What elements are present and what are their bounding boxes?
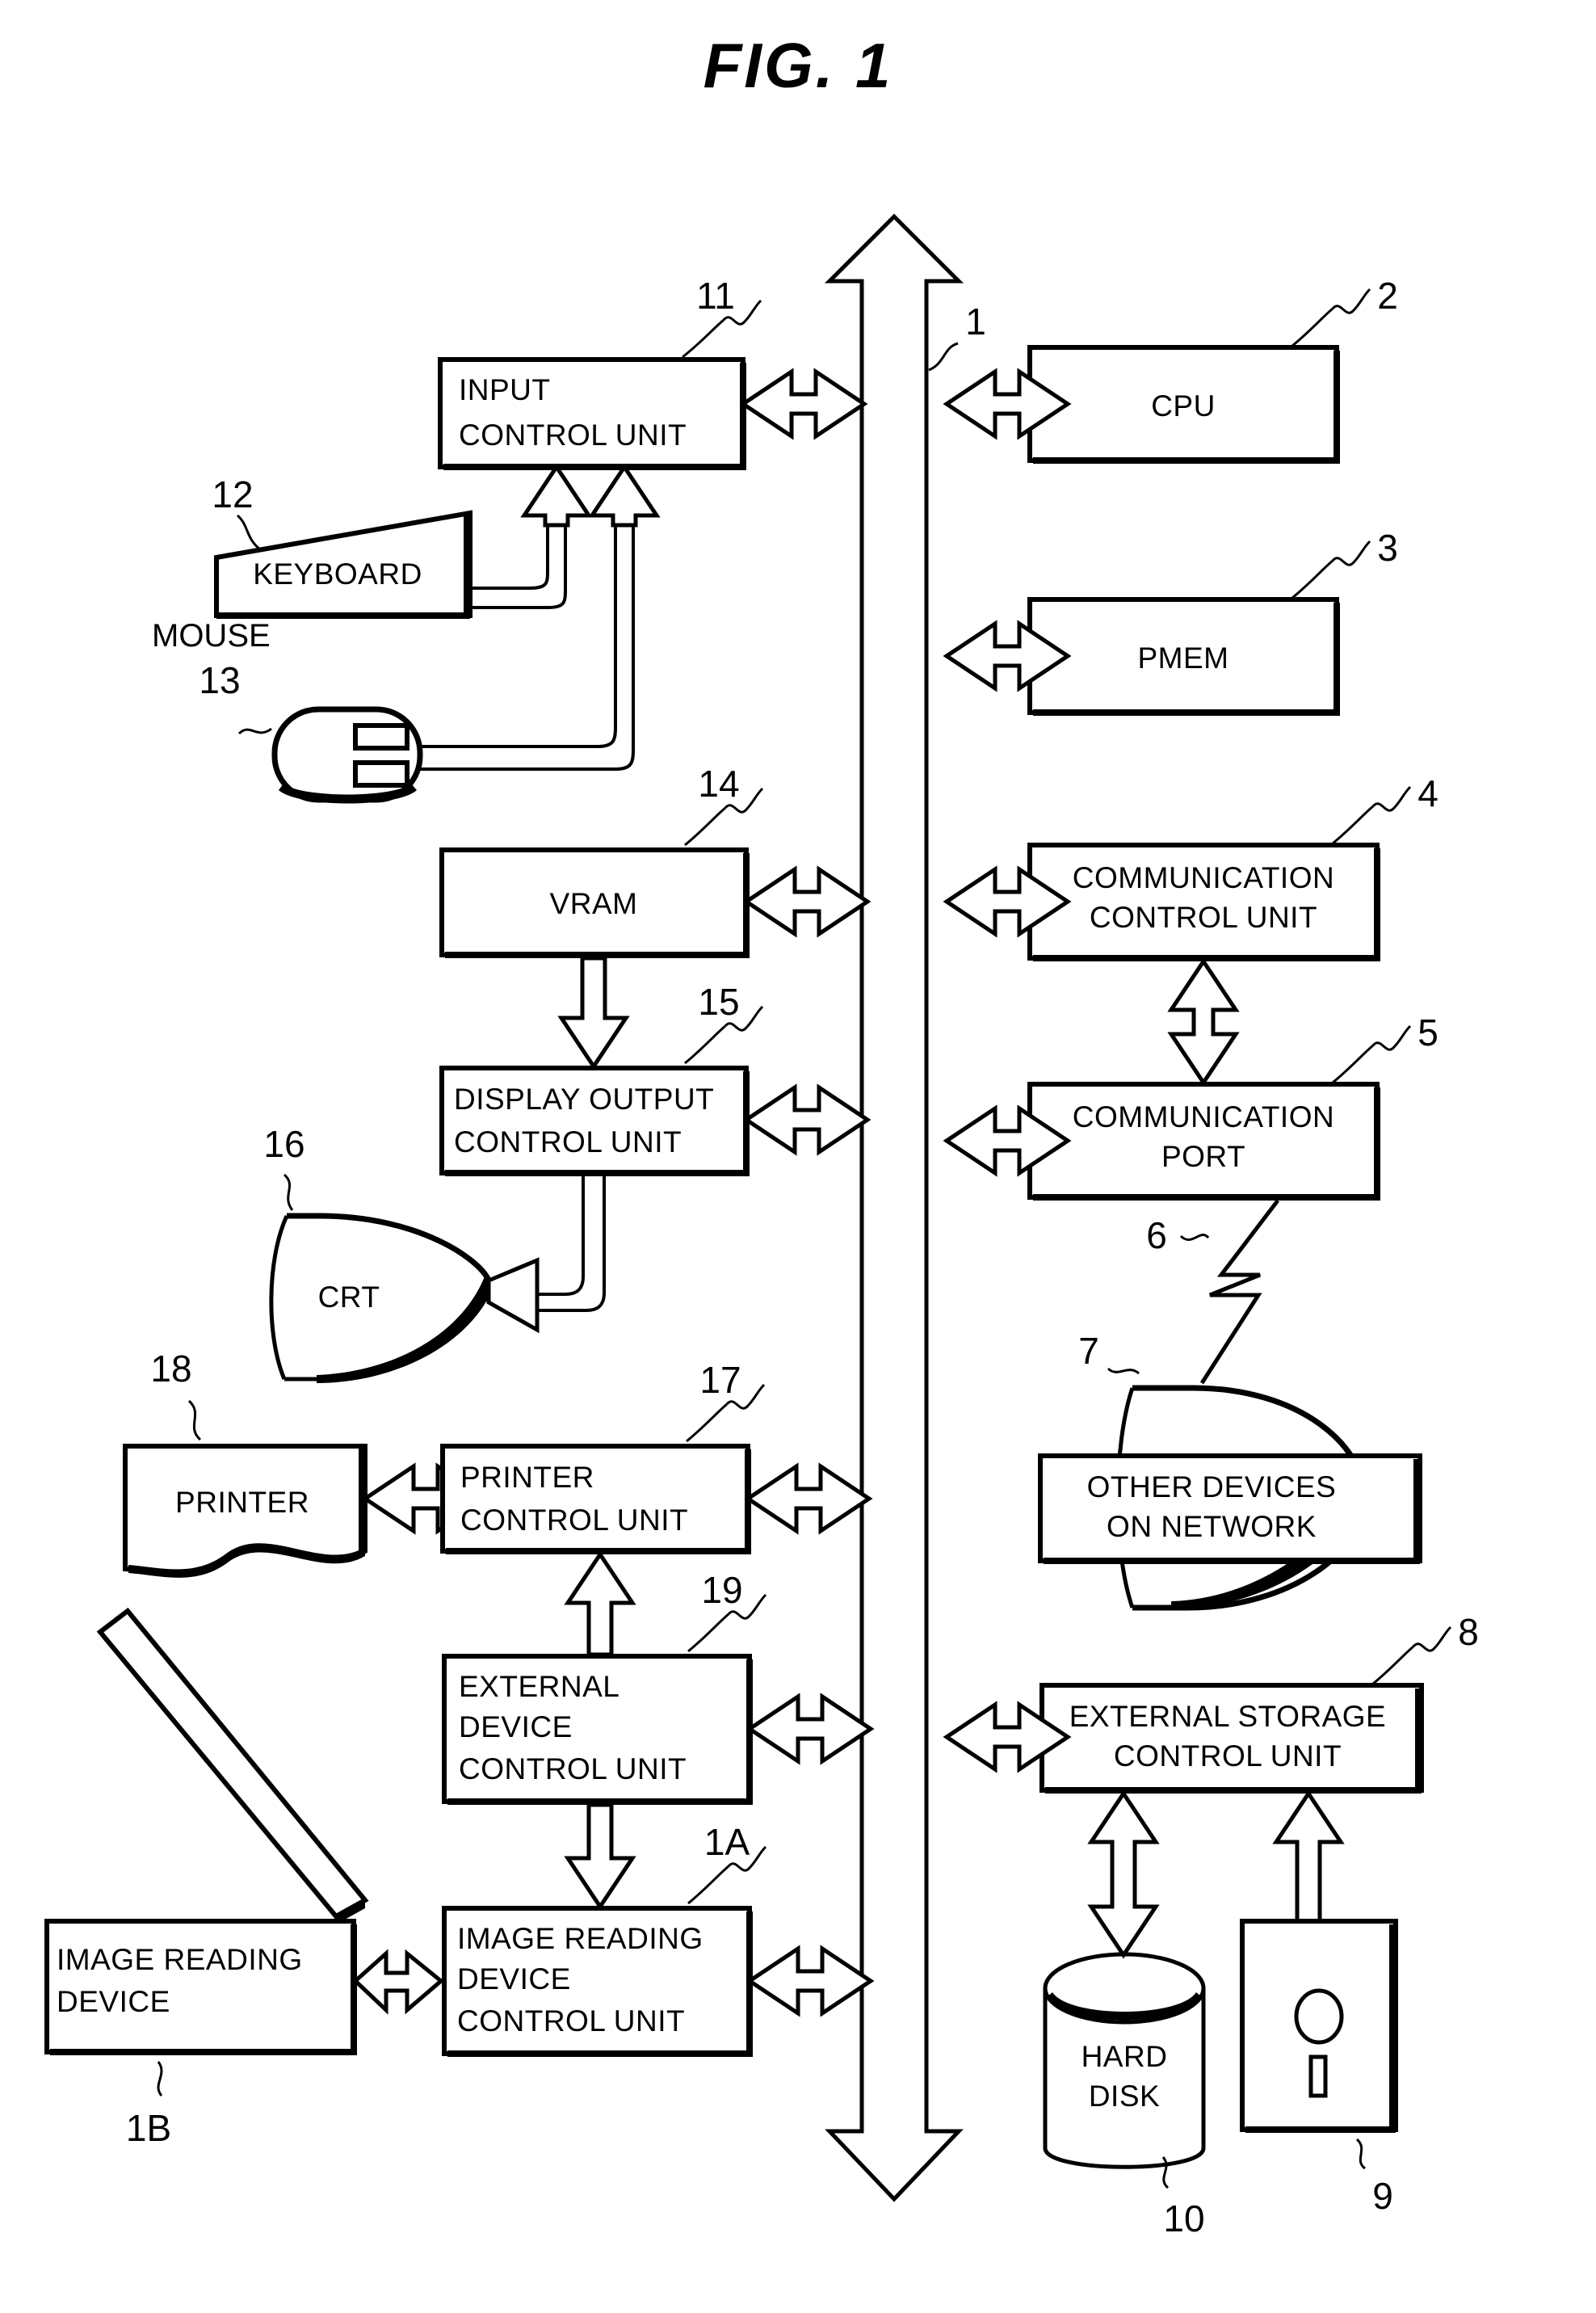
other-devices-line2: ON NETWORK <box>1107 1510 1317 1543</box>
printer-control-unit-line2: CONTROL UNIT <box>460 1503 688 1537</box>
pmem-label: PMEM <box>1138 641 1229 675</box>
ref-14: 14 <box>698 763 739 805</box>
ref-1: 1 <box>965 301 986 343</box>
ref-16: 16 <box>263 1123 304 1165</box>
image-reading-device-line1: IMAGE READING <box>57 1943 303 1976</box>
external-storage-line1: EXTERNAL STORAGE <box>1069 1700 1387 1733</box>
ref-6: 6 <box>1146 1214 1167 1256</box>
ref-7: 7 <box>1078 1330 1099 1372</box>
ref-9: 9 <box>1372 2175 1393 2217</box>
ref-13: 13 <box>199 659 240 701</box>
image-reading-ctrl-line3: CONTROL UNIT <box>457 2004 685 2038</box>
external-storage-line2: CONTROL UNIT <box>1114 1739 1342 1773</box>
crt-label: CRT <box>318 1281 380 1314</box>
display-output-line1: DISPLAY OUTPUT <box>454 1083 714 1116</box>
ref-12: 12 <box>212 473 253 515</box>
communication-control-unit-line2: CONTROL UNIT <box>1090 901 1317 934</box>
ref-4: 4 <box>1418 772 1438 814</box>
ref-18: 18 <box>150 1348 191 1390</box>
ref-8: 8 <box>1458 1611 1479 1653</box>
communication-port-line1: COMMUNICATION <box>1073 1100 1334 1133</box>
ref-15: 15 <box>698 981 739 1023</box>
patent-figure-page: FIG. 1 1 CPU 2 PMEM 3 COMMUNICATION CONT… <box>0 0 1596 2313</box>
ref-11: 11 <box>696 275 735 317</box>
external-device-line2: DEVICE <box>459 1710 573 1743</box>
cpu-label: CPU <box>1151 389 1216 423</box>
communication-port-line2: PORT <box>1161 1140 1245 1173</box>
ref-1A: 1A <box>704 1821 750 1863</box>
input-control-unit-line1: INPUT <box>459 373 551 406</box>
ref-3: 3 <box>1377 527 1398 569</box>
mouse-label: MOUSE <box>152 618 271 654</box>
other-devices-line1: OTHER DEVICES <box>1087 1470 1337 1503</box>
ref-10: 10 <box>1163 2197 1204 2239</box>
external-device-line1: EXTERNAL <box>459 1670 620 1703</box>
image-reading-ctrl-line1: IMAGE READING <box>457 1922 704 1955</box>
figure-title: FIG. 1 <box>704 30 893 101</box>
ref-5: 5 <box>1418 1011 1438 1053</box>
input-control-unit-line2: CONTROL UNIT <box>459 418 687 452</box>
image-reading-ctrl-line2: DEVICE <box>457 1962 571 1995</box>
ref-17: 17 <box>699 1359 741 1401</box>
ref-2: 2 <box>1377 275 1398 317</box>
display-output-line2: CONTROL UNIT <box>454 1125 682 1159</box>
vram-label: VRAM <box>550 887 638 920</box>
communication-control-unit-line1: COMMUNICATION <box>1073 861 1334 894</box>
hard-disk-line2: DISK <box>1089 2080 1160 2113</box>
ref-1B: 1B <box>126 2107 171 2149</box>
keyboard-label: KEYBOARD <box>253 557 422 591</box>
external-device-line3: CONTROL UNIT <box>459 1752 687 1785</box>
figure-canvas: FIG. 1 1 CPU 2 PMEM 3 COMMUNICATION CONT… <box>0 0 1596 2313</box>
printer-control-unit-line1: PRINTER <box>460 1461 594 1494</box>
hard-disk-line1: HARD <box>1082 2040 1168 2073</box>
ref-19: 19 <box>701 1569 742 1611</box>
other-devices-on-network-block: OTHER DEVICES ON NETWORK <box>1038 1453 1422 1564</box>
image-reading-device-line2: DEVICE <box>57 1985 170 2018</box>
printer-label: PRINTER <box>175 1486 309 1519</box>
